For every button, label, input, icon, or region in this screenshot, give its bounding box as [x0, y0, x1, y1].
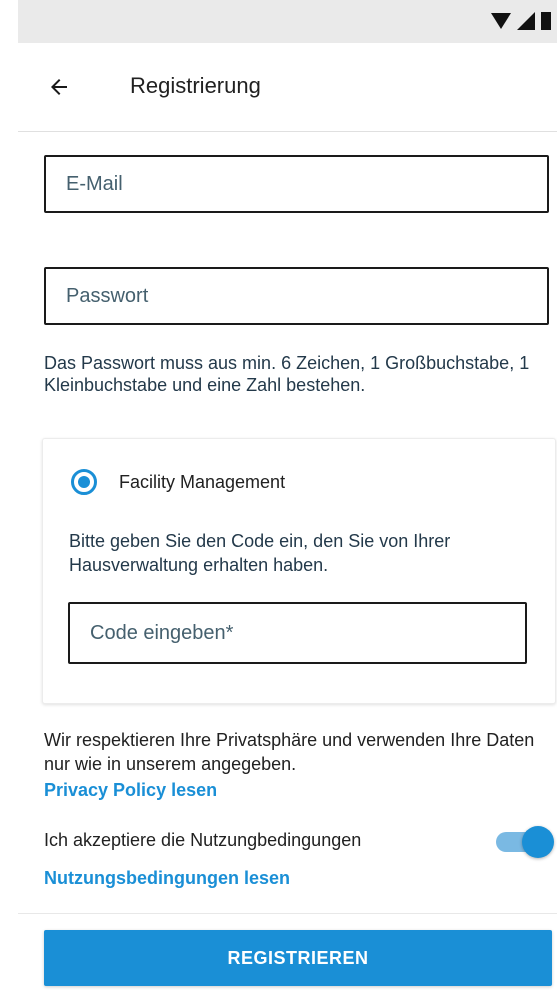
radio-checked-icon[interactable] — [71, 469, 97, 495]
wifi-icon — [491, 13, 511, 29]
code-instruction: Bitte geben Sie den Code ein, den Sie vo… — [69, 531, 451, 575]
divider — [18, 913, 557, 914]
left-margin — [0, 0, 18, 990]
battery-icon — [541, 12, 551, 30]
terms-link[interactable]: Nutzungsbedingungen lesen — [44, 868, 290, 889]
status-icons — [491, 12, 551, 30]
code-input[interactable] — [70, 604, 525, 662]
facility-radio-option[interactable]: Facility Management — [71, 469, 285, 495]
registration-screen: Registrierung Das Passwort muss aus min.… — [18, 0, 557, 990]
status-bar — [18, 0, 557, 43]
signal-icon — [517, 12, 535, 30]
arrow-left-icon[interactable] — [46, 75, 72, 99]
password-field[interactable] — [44, 267, 549, 325]
email-input[interactable] — [46, 157, 547, 211]
register-button[interactable]: REGISTRIEREN — [44, 930, 552, 986]
facility-radio-label: Facility Management — [119, 471, 286, 492]
email-field[interactable] — [44, 155, 549, 213]
privacy-policy-link[interactable]: Privacy Policy lesen — [44, 780, 217, 801]
password-hint: Das Passwort muss aus min. 6 Zeichen, 1 … — [44, 353, 530, 395]
code-field[interactable] — [68, 602, 527, 664]
privacy-text: Wir respektieren Ihre Privatsphäre und v… — [44, 730, 535, 774]
toggle-thumb — [522, 826, 554, 858]
password-input[interactable] — [46, 269, 547, 323]
page-title: Registrierung — [130, 73, 261, 98]
terms-label: Ich akzeptiere die Nutzungbedingungen — [44, 830, 362, 850]
radio-dot — [78, 476, 90, 488]
app-bar: Registrierung — [18, 43, 557, 132]
terms-toggle[interactable] — [496, 826, 554, 858]
facility-card: Facility Management Bitte geben Sie den … — [42, 438, 556, 704]
